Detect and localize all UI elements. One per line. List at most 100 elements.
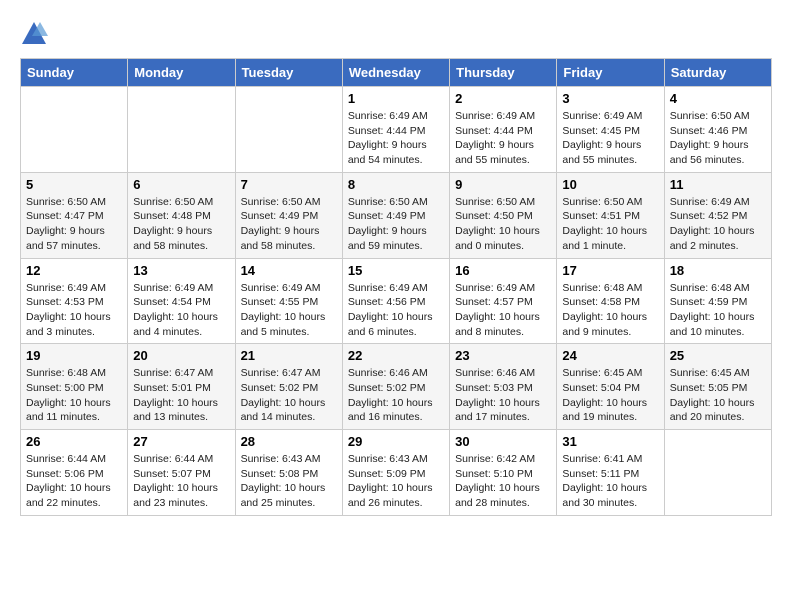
calendar-cell: 24Sunrise: 6:45 AM Sunset: 5:04 PM Dayli… (557, 344, 664, 430)
calendar-cell: 8 Sunrise: 6:50 AM Sunset: 4:49 PM Daylig… (342, 172, 449, 258)
calendar-cell: 14Sunrise: 6:49 AM Sunset: 4:55 PM Dayli… (235, 258, 342, 344)
calendar-cell: 19Sunrise: 6:48 AM Sunset: 5:00 PM Dayli… (21, 344, 128, 430)
day-info: Sunrise: 6:43 AM Sunset: 5:09 PM Dayligh… (348, 452, 444, 511)
day-info: Sunrise: 6:49 AM Sunset: 4:44 PM Dayligh… (348, 109, 444, 168)
weekday-header-thursday: Thursday (450, 59, 557, 87)
calendar-cell (664, 430, 771, 516)
calendar-cell: 20Sunrise: 6:47 AM Sunset: 5:01 PM Dayli… (128, 344, 235, 430)
day-number: 13 (133, 263, 229, 278)
day-info: Sunrise: 6:49 AM Sunset: 4:55 PM Dayligh… (241, 281, 337, 340)
day-info: Sunrise: 6:50 AM Sunset: 4:46 PM Dayligh… (670, 109, 766, 168)
calendar-table: SundayMondayTuesdayWednesdayThursdayFrid… (20, 58, 772, 516)
calendar-cell: 27 Sunrise: 6:44 AM Sunset: 5:07 PM Dayli… (128, 430, 235, 516)
calendar-cell: 12 Sunrise: 6:49 AM Sunset: 4:53 PM Dayli… (21, 258, 128, 344)
calendar-cell: 2 Sunrise: 6:49 AM Sunset: 4:44 PM Daylig… (450, 87, 557, 173)
day-number: 8 (348, 177, 444, 192)
day-info: Sunrise: 6:49 AM Sunset: 4:52 PM Dayligh… (670, 195, 766, 254)
day-number: 25 (670, 348, 766, 363)
day-number: 16 (455, 263, 551, 278)
calendar-cell (21, 87, 128, 173)
day-info: Sunrise: 6:43 AM Sunset: 5:08 PM Dayligh… (241, 452, 337, 511)
day-number: 22 (348, 348, 444, 363)
day-info: Sunrise: 6:47 AM Sunset: 5:01 PM Dayligh… (133, 366, 229, 425)
day-number: 12 (26, 263, 122, 278)
day-number: 9 (455, 177, 551, 192)
day-info: Sunrise: 6:45 AM Sunset: 5:05 PM Dayligh… (670, 366, 766, 425)
calendar-cell (128, 87, 235, 173)
calendar-cell: 25 Sunrise: 6:45 AM Sunset: 5:05 PM Dayli… (664, 344, 771, 430)
day-info: Sunrise: 6:48 AM Sunset: 4:58 PM Dayligh… (562, 281, 658, 340)
day-number: 28 (241, 434, 337, 449)
week-row-1: 1 Sunrise: 6:49 AM Sunset: 4:44 PM Daylig… (21, 87, 772, 173)
calendar-cell: 10 Sunrise: 6:50 AM Sunset: 4:51 PM Dayli… (557, 172, 664, 258)
week-row-3: 12 Sunrise: 6:49 AM Sunset: 4:53 PM Dayli… (21, 258, 772, 344)
calendar-cell: 28 Sunrise: 6:43 AM Sunset: 5:08 PM Dayli… (235, 430, 342, 516)
calendar-cell: 17 Sunrise: 6:48 AM Sunset: 4:58 PM Dayli… (557, 258, 664, 344)
day-info: Sunrise: 6:49 AM Sunset: 4:53 PM Dayligh… (26, 281, 122, 340)
day-info: Sunrise: 6:49 AM Sunset: 4:45 PM Dayligh… (562, 109, 658, 168)
calendar-cell: 30 Sunrise: 6:42 AM Sunset: 5:10 PM Dayli… (450, 430, 557, 516)
weekday-header-wednesday: Wednesday (342, 59, 449, 87)
calendar-cell: 23 Sunrise: 6:46 AM Sunset: 5:03 PM Dayli… (450, 344, 557, 430)
day-number: 5 (26, 177, 122, 192)
day-number: 30 (455, 434, 551, 449)
weekday-header-sunday: Sunday (21, 59, 128, 87)
day-info: Sunrise: 6:48 AM Sunset: 4:59 PM Dayligh… (670, 281, 766, 340)
day-info: Sunrise: 6:44 AM Sunset: 5:06 PM Dayligh… (26, 452, 122, 511)
day-info: Sunrise: 6:49 AM Sunset: 4:54 PM Dayligh… (133, 281, 229, 340)
day-number: 27 (133, 434, 229, 449)
day-number: 15 (348, 263, 444, 278)
calendar-cell: 3 Sunrise: 6:49 AM Sunset: 4:45 PM Daylig… (557, 87, 664, 173)
calendar-cell: 7 Sunrise: 6:50 AM Sunset: 4:49 PM Daylig… (235, 172, 342, 258)
calendar-cell: 5 Sunrise: 6:50 AM Sunset: 4:47 PM Daylig… (21, 172, 128, 258)
day-info: Sunrise: 6:50 AM Sunset: 4:47 PM Dayligh… (26, 195, 122, 254)
day-number: 31 (562, 434, 658, 449)
calendar-cell: 9 Sunrise: 6:50 AM Sunset: 4:50 PM Daylig… (450, 172, 557, 258)
calendar-cell: 21 Sunrise: 6:47 AM Sunset: 5:02 PM Dayli… (235, 344, 342, 430)
calendar-cell: 4Sunrise: 6:50 AM Sunset: 4:46 PM Daylig… (664, 87, 771, 173)
day-info: Sunrise: 6:49 AM Sunset: 4:57 PM Dayligh… (455, 281, 551, 340)
day-number: 26 (26, 434, 122, 449)
logo-icon (20, 20, 48, 48)
day-number: 19 (26, 348, 122, 363)
day-number: 2 (455, 91, 551, 106)
day-info: Sunrise: 6:50 AM Sunset: 4:49 PM Dayligh… (348, 195, 444, 254)
day-number: 1 (348, 91, 444, 106)
calendar-cell: 13 Sunrise: 6:49 AM Sunset: 4:54 PM Dayli… (128, 258, 235, 344)
week-row-2: 5 Sunrise: 6:50 AM Sunset: 4:47 PM Daylig… (21, 172, 772, 258)
calendar-cell: 1 Sunrise: 6:49 AM Sunset: 4:44 PM Daylig… (342, 87, 449, 173)
calendar-cell: 6Sunrise: 6:50 AM Sunset: 4:48 PM Daylig… (128, 172, 235, 258)
day-info: Sunrise: 6:50 AM Sunset: 4:49 PM Dayligh… (241, 195, 337, 254)
calendar-cell: 11 Sunrise: 6:49 AM Sunset: 4:52 PM Dayli… (664, 172, 771, 258)
day-info: Sunrise: 6:41 AM Sunset: 5:11 PM Dayligh… (562, 452, 658, 511)
calendar-cell: 31 Sunrise: 6:41 AM Sunset: 5:11 PM Dayli… (557, 430, 664, 516)
day-number: 3 (562, 91, 658, 106)
weekday-header-friday: Friday (557, 59, 664, 87)
day-info: Sunrise: 6:42 AM Sunset: 5:10 PM Dayligh… (455, 452, 551, 511)
day-number: 10 (562, 177, 658, 192)
calendar-cell: 15Sunrise: 6:49 AM Sunset: 4:56 PM Dayli… (342, 258, 449, 344)
day-number: 21 (241, 348, 337, 363)
weekday-header-monday: Monday (128, 59, 235, 87)
day-number: 6 (133, 177, 229, 192)
day-info: Sunrise: 6:44 AM Sunset: 5:07 PM Dayligh… (133, 452, 229, 511)
day-info: Sunrise: 6:46 AM Sunset: 5:03 PM Dayligh… (455, 366, 551, 425)
week-row-5: 26 Sunrise: 6:44 AM Sunset: 5:06 PM Dayli… (21, 430, 772, 516)
weekday-header-saturday: Saturday (664, 59, 771, 87)
day-number: 23 (455, 348, 551, 363)
calendar-cell: 29 Sunrise: 6:43 AM Sunset: 5:09 PM Dayli… (342, 430, 449, 516)
day-number: 11 (670, 177, 766, 192)
calendar-cell: 18Sunrise: 6:48 AM Sunset: 4:59 PM Dayli… (664, 258, 771, 344)
day-info: Sunrise: 6:50 AM Sunset: 4:51 PM Dayligh… (562, 195, 658, 254)
day-info: Sunrise: 6:47 AM Sunset: 5:02 PM Dayligh… (241, 366, 337, 425)
page-header (20, 20, 772, 48)
calendar-cell: 26 Sunrise: 6:44 AM Sunset: 5:06 PM Dayli… (21, 430, 128, 516)
day-number: 7 (241, 177, 337, 192)
weekday-header-tuesday: Tuesday (235, 59, 342, 87)
day-number: 29 (348, 434, 444, 449)
logo (20, 20, 52, 48)
day-info: Sunrise: 6:50 AM Sunset: 4:50 PM Dayligh… (455, 195, 551, 254)
day-number: 17 (562, 263, 658, 278)
day-info: Sunrise: 6:46 AM Sunset: 5:02 PM Dayligh… (348, 366, 444, 425)
day-info: Sunrise: 6:49 AM Sunset: 4:44 PM Dayligh… (455, 109, 551, 168)
